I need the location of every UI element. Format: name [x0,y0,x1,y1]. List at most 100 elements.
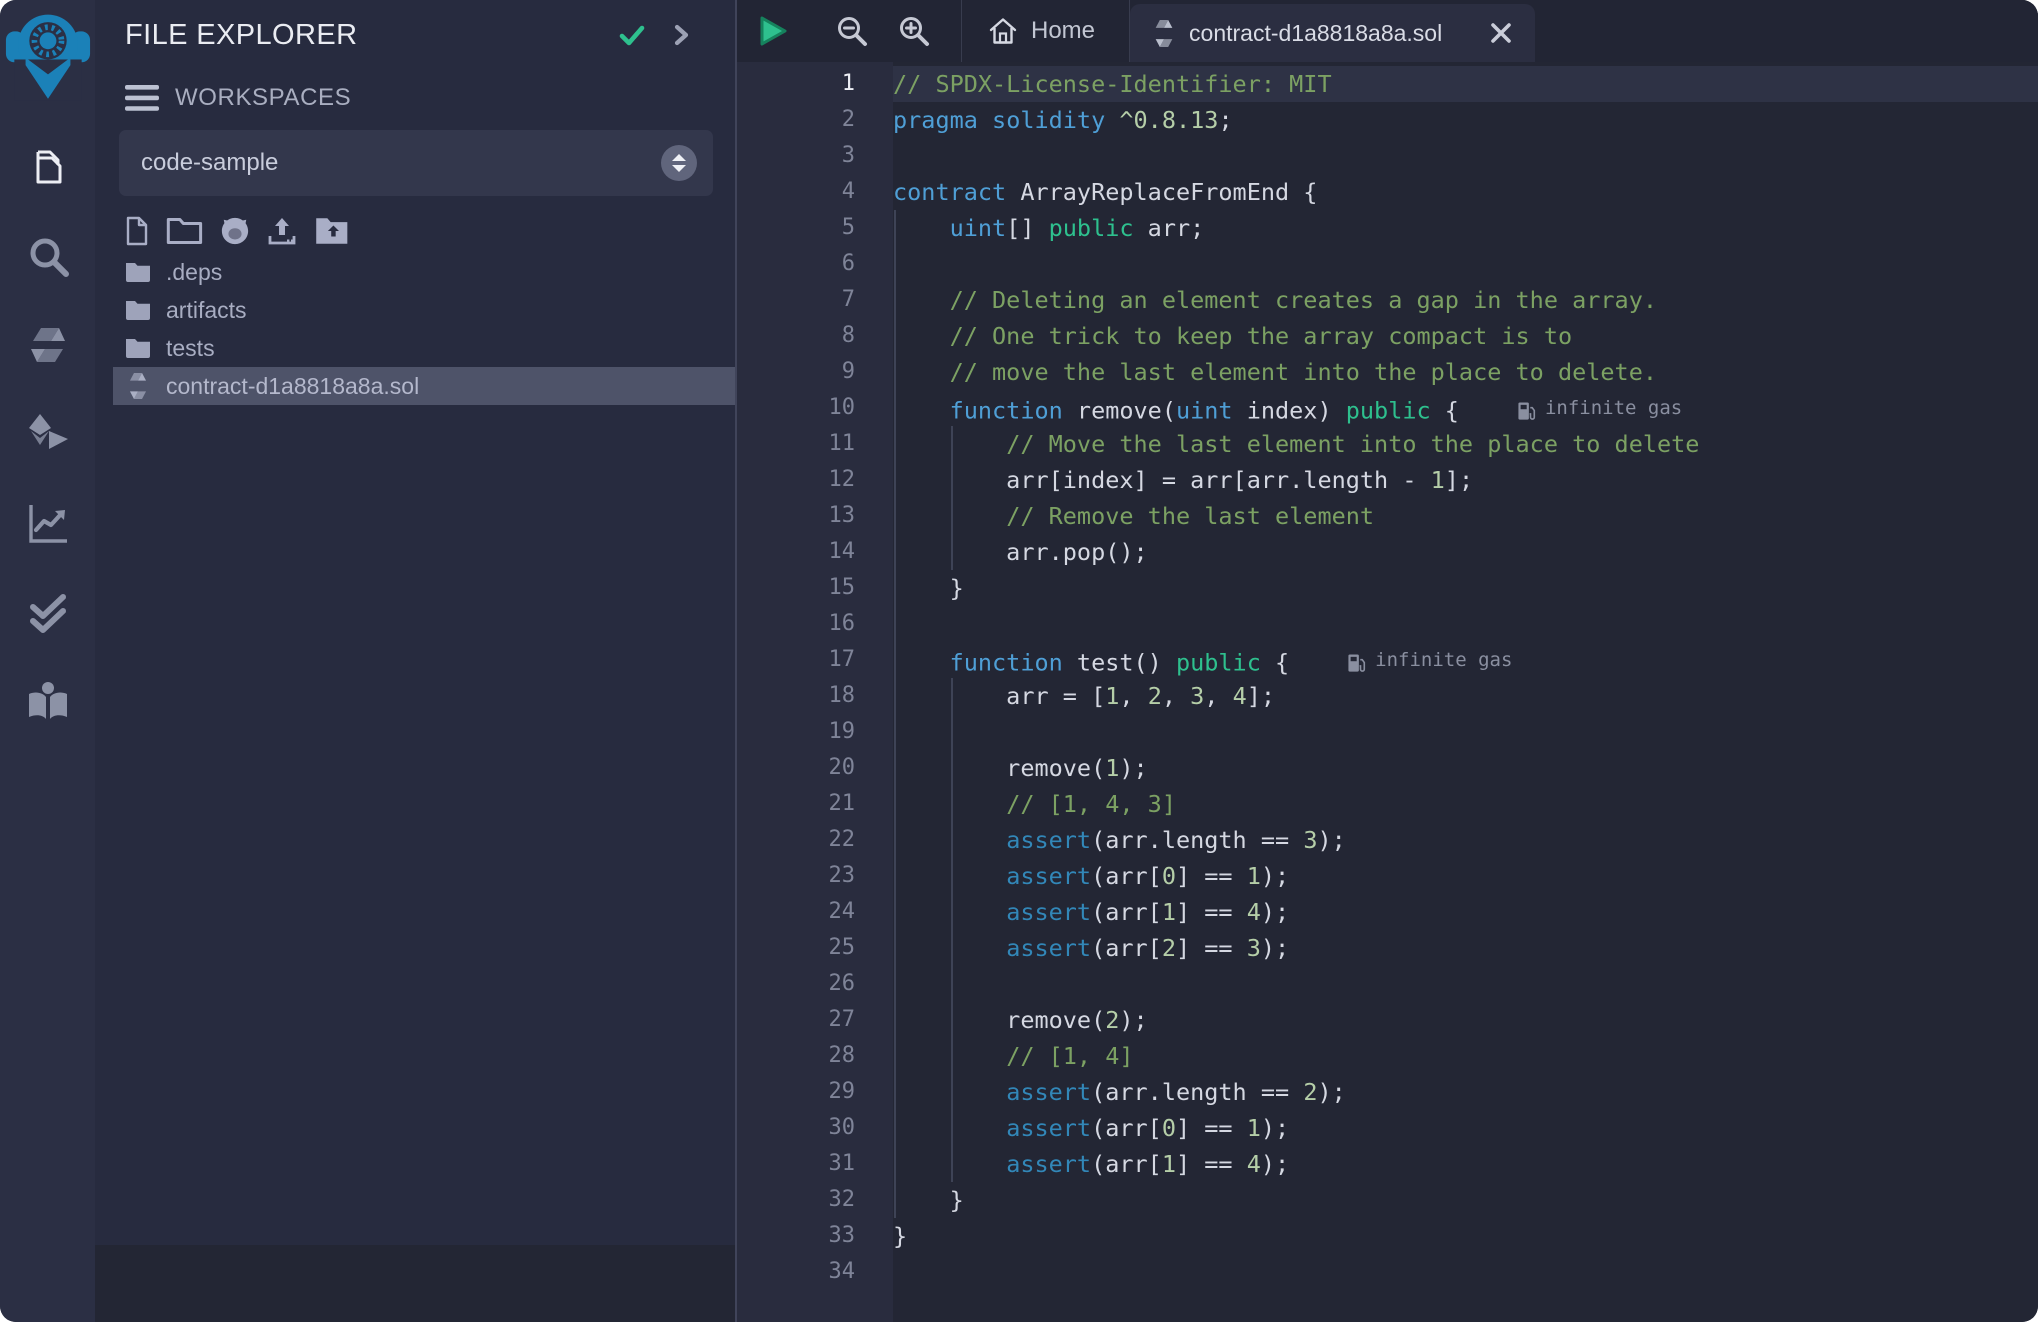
code-line-content: } [893,1182,2038,1218]
tree-item-label: .deps [166,259,222,286]
workspaces-label: WORKSPACES [175,84,351,112]
code-editor[interactable]: 1 // SPDX-License-Identifier: MIT2pragma … [737,62,2038,1322]
tab-contract-file[interactable]: contract-d1a8818a8a.sol [1130,4,1535,62]
code-line-15[interactable]: 15 } [737,570,2038,606]
code-line-3[interactable]: 3 [737,138,2038,174]
code-line-30[interactable]: 30 assert(arr[0] == 1); [737,1110,2038,1146]
code-line-7[interactable]: 7 // Deleting an element creates a gap i… [737,282,2038,318]
solidity-file-icon [1154,20,1174,47]
code-line-content: // SPDX-License-Identifier: MIT [893,66,2038,102]
tab-home[interactable]: Home [962,0,1129,62]
code-line-29[interactable]: 29 assert(arr.length == 2); [737,1074,2038,1110]
code-line-5[interactable]: 5 uint[] public arr; [737,210,2038,246]
workspace-switch-icon[interactable] [661,145,697,181]
new-file-icon[interactable] [125,216,149,246]
code-line-10[interactable]: 10 function remove(uint index) public {i… [737,390,2038,426]
code-line-13[interactable]: 13 // Remove the last element [737,498,2038,534]
line-number: 25 [737,930,855,966]
code-line-25[interactable]: 25 assert(arr[2] == 3); [737,930,2038,966]
line-number: 9 [737,354,855,390]
code-line-content: remove(2); [893,1002,2038,1038]
zoom-out-icon[interactable] [835,14,869,48]
code-line-content: // Deleting an element creates a gap in … [893,282,2038,318]
code-line-26[interactable]: 26 [737,966,2038,1002]
code-line-content: assert(arr[0] == 1); [893,1110,2038,1146]
code-line-content: // [1, 4, 3] [893,786,2038,822]
code-line-content: assert(arr[2] == 3); [893,930,2038,966]
zoom-in-icon[interactable] [897,14,931,48]
code-line-content: uint[] public arr; [893,210,2038,246]
code-line-content: arr[index] = arr[arr.length - 1]; [893,462,2038,498]
code-line-content: } [893,570,2038,606]
icon-rail [0,0,95,1322]
upload-file-icon[interactable] [267,216,297,246]
tree-item-label: tests [166,335,215,362]
tree-folder-artifacts[interactable]: artifacts [95,291,735,329]
line-number: 33 [737,1218,855,1254]
code-line-18[interactable]: 18 arr = [1, 2, 3, 4]; [737,678,2038,714]
chevron-right-icon[interactable] [669,23,693,47]
tree-folder--deps[interactable]: .deps [95,253,735,291]
unit-testing-icon[interactable] [25,589,71,635]
code-line-8[interactable]: 8 // One trick to keep the array compact… [737,318,2038,354]
code-line-content: pragma solidity ^0.8.13; [893,102,2038,138]
line-number: 16 [737,606,855,642]
code-line-24[interactable]: 24 assert(arr[1] == 4); [737,894,2038,930]
code-line-27[interactable]: 27 remove(2); [737,1002,2038,1038]
code-line-33[interactable]: 33} [737,1218,2038,1254]
code-line-28[interactable]: 28 // [1, 4] [737,1038,2038,1074]
code-line-1[interactable]: 1 // SPDX-License-Identifier: MIT [737,66,2038,102]
code-line-content [893,966,2038,1002]
upload-folder-icon[interactable] [314,216,350,246]
code-line-6[interactable]: 6 [737,246,2038,282]
workspace-select[interactable]: code-sample [119,130,713,196]
hamburger-icon [125,85,159,111]
code-line-17[interactable]: 17 function test() public {infinite gas [737,642,2038,678]
code-line-content: arr = [1, 2, 3, 4]; [893,678,2038,714]
remix-logo-icon [5,3,91,101]
workspaces-menu[interactable]: WORKSPACES [125,84,351,112]
code-line-22[interactable]: 22 assert(arr.length == 3); [737,822,2038,858]
learneth-icon[interactable] [25,678,71,724]
github-icon[interactable] [220,216,250,246]
code-line-23[interactable]: 23 assert(arr[0] == 1); [737,858,2038,894]
code-line-31[interactable]: 31 assert(arr[1] == 4); [737,1146,2038,1182]
code-line-content: // move the last element into the place … [893,354,2038,390]
editor-area: Home contract-d1a8818a8a.sol 1 // SPDX-Li… [737,0,2038,1322]
code-line-9[interactable]: 9 // move the last element into the plac… [737,354,2038,390]
solidity-compiler-icon[interactable] [25,322,71,368]
run-script-icon[interactable] [754,13,790,49]
code-line-20[interactable]: 20 remove(1); [737,750,2038,786]
file-explorer-icon[interactable] [25,144,71,190]
tree-folder-tests[interactable]: tests [95,329,735,367]
deploy-run-icon[interactable] [25,411,71,457]
code-line-21[interactable]: 21 // [1, 4, 3] [737,786,2038,822]
tree-file-contract-d1a8818a8a-sol[interactable]: contract-d1a8818a8a.sol [113,367,735,405]
new-folder-icon[interactable] [166,216,203,246]
code-line-16[interactable]: 16 [737,606,2038,642]
code-line-content: function test() public {infinite gas [893,642,2038,678]
code-line-32[interactable]: 32 } [737,1182,2038,1218]
code-line-34[interactable]: 34 [737,1254,2038,1290]
code-line-2[interactable]: 2pragma solidity ^0.8.13; [737,102,2038,138]
line-number: 3 [737,138,855,174]
statistics-icon[interactable] [25,500,71,546]
code-line-12[interactable]: 12 arr[index] = arr[arr.length - 1]; [737,462,2038,498]
code-line-19[interactable]: 19 [737,714,2038,750]
close-tab-icon[interactable] [1489,21,1513,45]
code-line-content: // One trick to keep the array compact i… [893,318,2038,354]
code-line-14[interactable]: 14 arr.pop(); [737,534,2038,570]
panel-bottom-area [95,1245,735,1322]
search-icon[interactable] [25,233,71,279]
panel-header: FILE EXPLORER [95,0,735,70]
line-number: 11 [737,426,855,462]
code-line-4[interactable]: 4contract ArrayReplaceFromEnd { [737,174,2038,210]
code-line-content: // [1, 4] [893,1038,2038,1074]
workspace-name: code-sample [141,149,661,177]
accept-check-icon[interactable] [617,20,647,50]
line-number: 1 [737,66,855,102]
line-number: 12 [737,462,855,498]
remix-ide-window: FILE EXPLORER WORKSPACES code-sample [0,0,2038,1322]
code-line-11[interactable]: 11 // Move the last element into the pla… [737,426,2038,462]
code-line-content: assert(arr[1] == 4); [893,1146,2038,1182]
